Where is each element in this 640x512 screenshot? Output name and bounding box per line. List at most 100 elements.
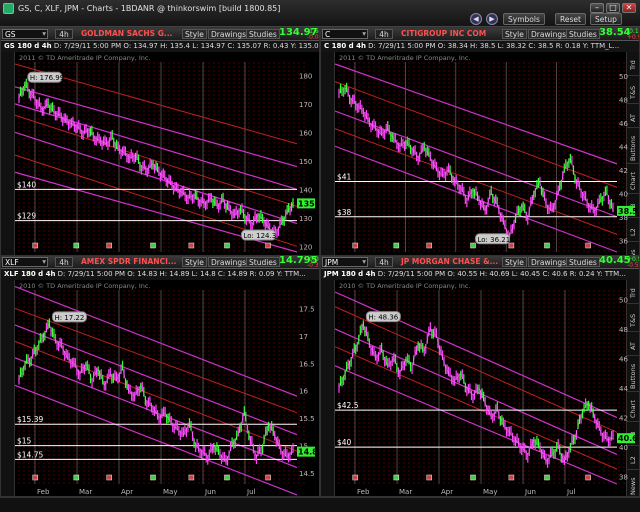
y-tick-label: 44	[619, 143, 628, 151]
x-tick-label: Apr	[121, 488, 133, 496]
x-tick-label: Mar	[79, 488, 92, 496]
low-bubble-label: Lo: 36.21	[477, 236, 510, 244]
event-marker-icon	[150, 242, 156, 249]
channel-line-red	[334, 306, 618, 433]
level-label: $38	[337, 208, 352, 217]
price-chart[interactable]: Feb Mar Apr May Jun Jul17.51716.51615.51514.5…	[1, 256, 320, 497]
x-tick-label: Jul	[246, 488, 256, 496]
event-marker-icon	[470, 242, 476, 249]
minimize-button[interactable]: –	[590, 3, 604, 13]
reset-button[interactable]: Reset	[555, 13, 586, 25]
last-price-marker-label: 135.07	[298, 199, 320, 208]
event-marker-icon	[585, 474, 591, 481]
event-marker-icon	[352, 242, 358, 249]
y-tick-label: 160	[299, 129, 312, 137]
y-tick-label: 38	[619, 474, 628, 482]
window-title: GS, C, XLF, JPM - Charts - 1BDANR @ thin…	[18, 4, 281, 13]
event-marker-icon	[106, 242, 112, 249]
y-tick-label: 42	[619, 415, 628, 423]
level-label: $129	[17, 212, 36, 221]
x-tick-label: Mar	[399, 488, 412, 496]
x-tick-label: Jun	[524, 488, 536, 496]
price-chart[interactable]: Feb Mar Apr May Jun Jul 50 48 46 44 42 40 38 $42.5 $40…	[321, 256, 640, 497]
price-chart[interactable]: FebMarAprMayJunJul180170160150140130120$…	[1, 28, 320, 269]
status-strip	[0, 497, 640, 512]
forward-arrow-icon[interactable]: ▶	[486, 13, 498, 25]
x-tick-label: Feb	[37, 488, 50, 496]
level-label: $40	[337, 438, 352, 447]
event-marker-icon	[32, 242, 38, 249]
x-tick-label: Feb	[357, 488, 370, 496]
chart-panel-gs[interactable]: GS 4h GOLDMAN SACHS G... Style Drawings …	[0, 27, 320, 269]
y-tick-label: 50	[619, 296, 628, 304]
event-marker-icon	[544, 242, 550, 249]
event-marker-icon	[32, 474, 38, 481]
high-bubble-label: H: 176.99	[30, 74, 64, 82]
y-tick-label: 14.5	[299, 470, 315, 478]
setup-button[interactable]: Setup	[590, 13, 622, 25]
event-marker-icon	[352, 474, 358, 481]
event-marker-icon	[265, 474, 271, 481]
maximize-button[interactable]: □	[606, 3, 620, 13]
y-tick-label: 44	[619, 385, 628, 393]
event-marker-icon	[73, 474, 80, 481]
event-marker-icon	[73, 242, 80, 249]
event-marker-icon	[585, 242, 591, 249]
level-label: $42.5	[337, 401, 359, 410]
event-marker-icon	[393, 242, 400, 249]
y-tick-label: 46	[619, 120, 628, 128]
event-marker-icon	[508, 242, 515, 249]
y-tick-label: 16.5	[299, 360, 315, 368]
last-price-marker-label: 14.89	[298, 448, 320, 457]
y-tick-label: 48	[619, 326, 628, 334]
y-tick-label: 36	[619, 237, 628, 245]
channel-line	[334, 110, 618, 218]
y-tick-label: 50	[619, 73, 628, 81]
event-marker-icon	[188, 474, 195, 481]
level-label: $41	[337, 173, 352, 182]
back-arrow-icon[interactable]: ◀	[470, 13, 482, 25]
channel-line-red	[14, 307, 298, 414]
y-tick-label: 180	[299, 72, 312, 80]
price-chart[interactable]: MarAprMayJunJul5048464442403836$41$38Lo:…	[321, 28, 640, 269]
level-label: $14.75	[17, 450, 43, 459]
y-tick-label: 150	[299, 158, 312, 166]
y-tick-label: 48	[619, 96, 628, 104]
high-bubble-label: H: 48.36	[368, 314, 398, 322]
channel-line	[14, 384, 298, 496]
y-tick-label: 40	[619, 444, 628, 452]
y-tick-label: 170	[299, 101, 312, 109]
y-tick-label: 17	[299, 333, 308, 341]
last-price-marker-label: 38.5	[618, 207, 638, 216]
event-marker-icon	[470, 474, 476, 481]
symbols-button[interactable]: Symbols	[503, 13, 545, 25]
channel-line	[334, 63, 618, 165]
x-tick-label: Jul	[566, 488, 576, 496]
event-marker-icon	[224, 242, 230, 249]
channel-line	[14, 86, 298, 168]
chart-panel-xlf[interactable]: XLF 4h AMEX SPDR FINANCI... Style Drawin…	[0, 255, 320, 497]
chart-panel-c[interactable]: C 4h CITIGROUP INC COM Style Drawings St…	[320, 27, 640, 269]
channel-line-red	[14, 114, 298, 207]
low-bubble-label: Lo: 124.3	[244, 232, 277, 240]
y-tick-label: 42	[619, 167, 628, 175]
app-icon	[3, 3, 14, 14]
x-tick-label: May	[483, 488, 497, 496]
event-marker-icon	[106, 474, 112, 481]
y-tick-label: 140	[299, 186, 312, 194]
channel-line-red	[334, 346, 618, 470]
event-marker-icon	[188, 242, 195, 249]
event-marker-icon	[393, 474, 400, 481]
event-marker-icon	[224, 474, 230, 481]
event-marker-icon	[426, 242, 432, 249]
last-price-marker-label: 40.6	[618, 434, 638, 443]
level-label: $140	[17, 180, 36, 189]
event-marker-icon	[150, 474, 156, 481]
level-label: $15.39	[17, 415, 43, 424]
y-tick-label: 16	[299, 388, 308, 396]
y-tick-label: 46	[619, 355, 628, 363]
level-label: $15	[17, 437, 32, 446]
x-tick-label: Jun	[204, 488, 216, 496]
chart-panel-jpm[interactable]: JPM 4h JP MORGAN CHASE &... Style Drawin…	[320, 255, 640, 497]
close-button[interactable]: ✕	[622, 3, 636, 13]
